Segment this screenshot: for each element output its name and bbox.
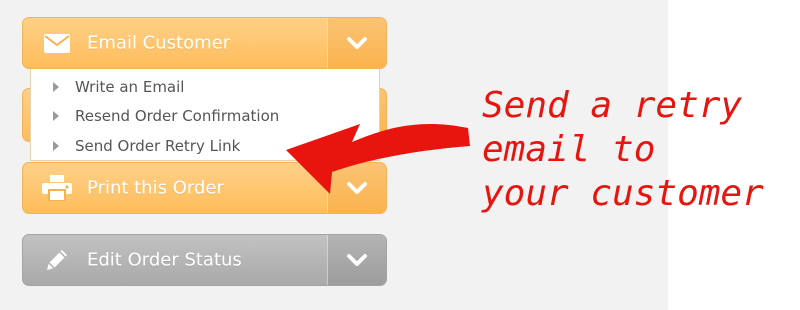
print-order-button[interactable]: Print this Order (22, 162, 387, 214)
annotation-line: your customer (482, 173, 764, 214)
menu-item-label: Resend Order Confirmation (75, 107, 280, 125)
envelope-icon (41, 18, 73, 68)
chevron-down-icon[interactable] (327, 235, 386, 285)
annotation-line: Send a retry (482, 85, 743, 126)
annotation-callout: Send a retry email to your customer (482, 84, 764, 216)
menu-item-resend-confirmation[interactable]: Resend Order Confirmation (31, 102, 379, 130)
edit-order-status-button[interactable]: Edit Order Status (22, 234, 387, 286)
caret-right-icon (53, 82, 59, 92)
menu-item-label: Write an Email (75, 78, 185, 96)
caret-right-icon (53, 141, 59, 151)
pencil-icon (41, 235, 73, 285)
caret-right-icon (53, 111, 59, 121)
menu-item-send-retry-link[interactable]: Send Order Retry Link (31, 132, 379, 160)
menu-item-label: Send Order Retry Link (75, 137, 241, 155)
menu-item-write-email[interactable]: Write an Email (31, 73, 379, 101)
printer-icon (41, 163, 73, 213)
chevron-down-icon[interactable] (327, 163, 386, 213)
email-customer-label: Email Customer (87, 32, 231, 54)
edit-order-status-label: Edit Order Status (87, 249, 242, 271)
email-customer-button[interactable]: Email Customer (22, 17, 387, 69)
chevron-down-icon[interactable] (327, 18, 386, 68)
email-customer-dropdown: Write an Email Resend Order Confirmation… (30, 69, 380, 161)
print-order-label: Print this Order (87, 177, 224, 199)
annotation-line: email to (482, 129, 656, 170)
